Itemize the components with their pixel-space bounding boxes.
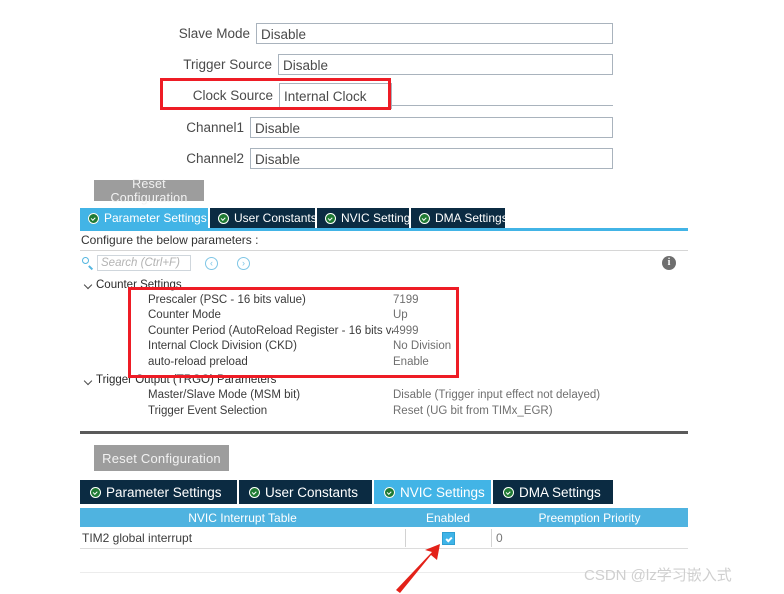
tree-row-value[interactable]: Disable (Trigger input effect not delaye… bbox=[393, 389, 600, 401]
reset-configuration-button-2[interactable]: Reset Configuration bbox=[94, 445, 229, 471]
tree-row[interactable]: Counter Period (AutoReload Register - 16… bbox=[84, 323, 684, 339]
check-circle-icon bbox=[218, 212, 229, 224]
tab-label: DMA Settings bbox=[519, 484, 601, 500]
parameter-tree: Counter Settings Prescaler (PSC - 16 bits… bbox=[84, 277, 684, 419]
tree-row[interactable]: Master/Slave Mode (MSM bit) Disable (Trig… bbox=[84, 388, 684, 404]
tree-row-value[interactable]: No Division bbox=[393, 340, 451, 352]
tree-row-value[interactable]: 4999 bbox=[393, 325, 419, 337]
check-circle-icon bbox=[325, 212, 336, 224]
nvic-col-interrupt-table: NVIC Interrupt Table bbox=[188, 510, 297, 525]
panel1-bottom-divider bbox=[80, 431, 688, 434]
nvic-cell-enabled[interactable] bbox=[405, 529, 491, 547]
tree-row[interactable]: Prescaler (PSC - 16 bits value) 7199 bbox=[84, 292, 684, 308]
tree-row-value[interactable]: 7199 bbox=[393, 294, 419, 306]
tab-nvic-settings[interactable]: NVIC Settings bbox=[317, 208, 416, 228]
previous-icon[interactable]: ‹ bbox=[205, 256, 218, 270]
tree-row-name: Prescaler (PSC - 16 bits value) bbox=[148, 293, 306, 306]
timer-config-form: Slave Mode Disable Trigger Source Disabl… bbox=[0, 0, 784, 176]
label-slave-mode: Slave Mode bbox=[178, 26, 250, 41]
form-row-channel1: Channel1 Disable bbox=[155, 112, 613, 143]
tree-row-name: Internal Clock Division (CKD) bbox=[148, 340, 297, 353]
tab-label: Parameter Settings bbox=[106, 484, 222, 500]
tree-row[interactable]: Counter Mode Up bbox=[84, 308, 684, 324]
check-circle-icon bbox=[419, 212, 430, 224]
tab-parameter-settings[interactable]: Parameter Settings bbox=[80, 480, 237, 504]
tab-user-constants[interactable]: User Constants bbox=[239, 480, 372, 504]
check-circle-icon bbox=[503, 486, 514, 498]
tree-row-name: Trigger Event Selection bbox=[148, 404, 268, 417]
nvic-col-preemption-priority: Preemption Priority bbox=[538, 510, 641, 525]
tree-row[interactable]: Internal Clock Division (CKD) No Division bbox=[84, 339, 684, 355]
check-circle-icon bbox=[90, 486, 101, 498]
label-clock-source: Clock Source bbox=[192, 88, 273, 103]
tree-row-name: auto-reload preload bbox=[148, 355, 248, 368]
table-row[interactable]: TIM2 global interrupt 0 bbox=[80, 529, 688, 547]
form-row-clock-source: Clock Source Internal Clock bbox=[155, 80, 613, 111]
tab-nvic-settings[interactable]: NVIC Settings bbox=[374, 480, 491, 504]
tab-dma-settings[interactable]: DMA Settings bbox=[493, 480, 613, 504]
tab-strip-panel2: Parameter Settings User Constants NVIC Set… bbox=[80, 480, 615, 504]
tab-strip-panel1: Parameter Settings User Constants NVIC Set… bbox=[80, 208, 508, 228]
clock-source-field-extension bbox=[392, 85, 613, 106]
label-channel2: Channel2 bbox=[186, 151, 244, 166]
chevron-down-icon[interactable] bbox=[84, 376, 93, 385]
check-circle-icon bbox=[384, 486, 395, 498]
input-channel2[interactable]: Disable bbox=[250, 148, 613, 169]
tree-row-name: Counter Mode bbox=[148, 309, 221, 322]
input-slave-mode[interactable]: Disable bbox=[256, 23, 613, 44]
tree-group-title: Trigger Output (TRGO) Parameters bbox=[96, 374, 277, 386]
tab-dma-settings[interactable]: DMA Settings bbox=[411, 208, 508, 228]
tab-label: NVIC Settings bbox=[341, 211, 417, 225]
screenshot-root: Slave Mode Disable Trigger Source Disabl… bbox=[0, 0, 784, 594]
nvic-cell-priority[interactable]: 0 bbox=[491, 529, 688, 547]
tree-row-name: Counter Period (AutoReload Register - 16… bbox=[148, 324, 393, 337]
tab-user-constants[interactable]: User Constants bbox=[210, 208, 317, 228]
tree-group-header[interactable]: Counter Settings bbox=[84, 277, 684, 292]
form-row-trigger-source: Trigger Source Disable bbox=[155, 49, 613, 80]
input-clock-source[interactable]: Internal Clock bbox=[279, 82, 392, 109]
tab-underline-1 bbox=[80, 228, 688, 231]
tree-row-value[interactable]: Up bbox=[393, 309, 408, 321]
search-icon bbox=[82, 257, 94, 269]
tree-row-value[interactable]: Reset (UG bit from TIMx_EGR) bbox=[393, 405, 553, 417]
search-input[interactable] bbox=[97, 255, 191, 271]
nvic-col-enabled: Enabled bbox=[425, 510, 471, 525]
panel-caption: Configure the below parameters : bbox=[81, 233, 259, 247]
tab-label: User Constants bbox=[265, 484, 359, 500]
input-channel1[interactable]: Disable bbox=[250, 117, 613, 138]
label-channel1: Channel1 bbox=[186, 120, 244, 135]
nvic-row-divider bbox=[80, 548, 688, 549]
tree-group-title: Counter Settings bbox=[96, 278, 182, 291]
input-trigger-source[interactable]: Disable bbox=[278, 54, 613, 75]
tree-row-name: Master/Slave Mode (MSM bit) bbox=[148, 389, 301, 402]
check-circle-icon bbox=[88, 212, 99, 224]
tab-parameter-settings[interactable]: Parameter Settings bbox=[80, 208, 208, 228]
tab-label: Parameter Settings bbox=[104, 211, 207, 225]
tab-label: DMA Settings bbox=[435, 211, 508, 225]
label-trigger-source: Trigger Source bbox=[183, 57, 272, 72]
info-icon[interactable]: i bbox=[662, 256, 676, 270]
check-circle-icon bbox=[249, 486, 260, 498]
tree-row[interactable]: auto-reload preload Enable bbox=[84, 354, 684, 370]
chevron-down-icon[interactable] bbox=[84, 280, 93, 289]
caption-divider bbox=[80, 250, 688, 251]
tab-label: User Constants bbox=[234, 211, 317, 225]
nvic-cell-interrupt-name: TIM2 global interrupt bbox=[82, 531, 193, 545]
csdn-watermark: CSDN @lz学习嵌入式 bbox=[584, 567, 732, 584]
search-toolbar: ‹ › bbox=[82, 255, 250, 271]
tree-row[interactable]: Trigger Event Selection Reset (UG bit fro… bbox=[84, 403, 684, 419]
nvic-table-header: NVIC Interrupt Table Enabled Preemption … bbox=[80, 508, 688, 527]
next-icon[interactable]: › bbox=[237, 256, 250, 270]
enabled-checkbox[interactable] bbox=[442, 531, 455, 545]
reset-configuration-button-1[interactable]: Reset Configuration bbox=[94, 177, 204, 205]
form-row-channel2: Channel2 Disable bbox=[155, 143, 613, 174]
tree-group-header[interactable]: Trigger Output (TRGO) Parameters bbox=[84, 373, 684, 388]
form-row-slave-mode: Slave Mode Disable bbox=[155, 18, 613, 49]
tree-row-value[interactable]: Enable bbox=[393, 356, 429, 368]
tab-label: NVIC Settings bbox=[400, 484, 485, 500]
